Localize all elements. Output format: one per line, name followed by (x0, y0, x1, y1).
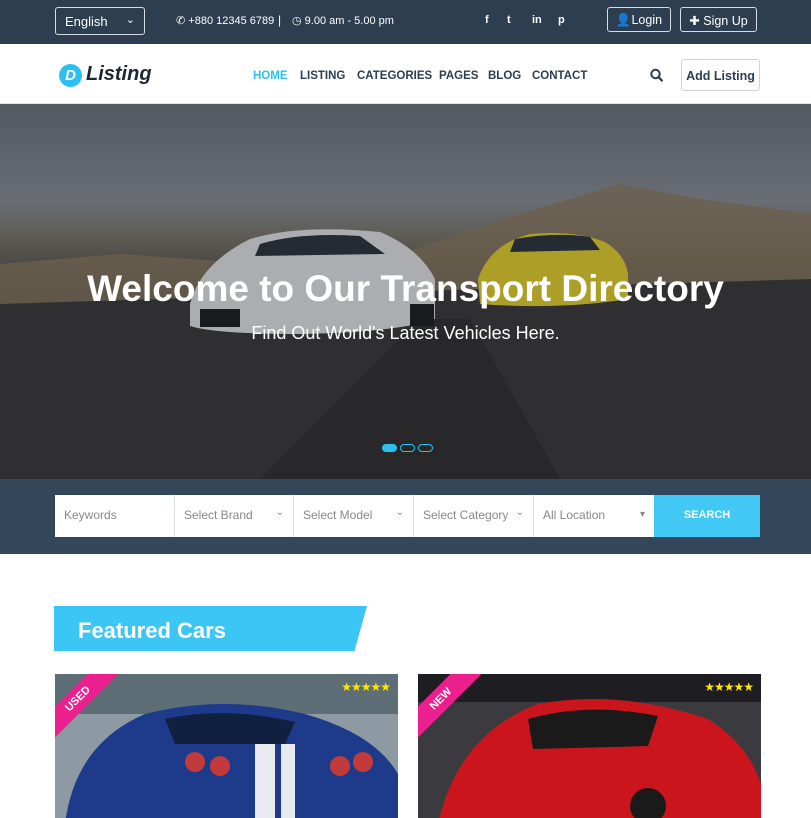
phone-icon: ✆ (176, 15, 189, 27)
language-value: English (65, 14, 108, 29)
hero-title: Welcome to Our Transport Directory (87, 268, 724, 309)
caret-down-icon: ▾ (639, 509, 645, 520)
chevron-down-icon: ⌄ (125, 14, 135, 26)
signup-button[interactable]: ✚ Sign Up (680, 7, 757, 32)
chevron-down-icon: ⌄ (395, 507, 404, 518)
pinterest-icon[interactable]: p (558, 14, 565, 26)
featured-title: Featured Cars (78, 618, 226, 643)
language-select[interactable]: English ⌄ (55, 7, 145, 35)
divider: | (278, 13, 282, 27)
rating-stars: ★★★★★ (341, 680, 391, 694)
slider-dot[interactable] (418, 444, 433, 452)
nav-home[interactable]: HOME (253, 70, 288, 82)
add-listing-button[interactable]: Add Listing (681, 59, 760, 91)
phone-info: ✆ +880 12345 6789 (176, 14, 274, 27)
signup-label: Sign Up (703, 14, 748, 28)
location-select[interactable]: All Location ▾ (534, 495, 654, 537)
category-select[interactable]: Select Category ⌄ (414, 495, 534, 537)
location-value: All Location (543, 508, 606, 522)
brand-value: Select Brand (184, 508, 253, 522)
car-photo (418, 674, 761, 818)
logo-icon[interactable]: D (59, 64, 82, 87)
car-card[interactable]: NEW ★★★★★ (418, 674, 761, 818)
model-value: Select Model (303, 508, 373, 522)
nav-contact[interactable]: CONTACT (532, 70, 587, 82)
search-icon[interactable] (650, 68, 664, 84)
linkedin-icon[interactable]: in (532, 14, 542, 26)
twitter-icon[interactable]: t (507, 14, 511, 26)
main-nav: D Listing HOME LISTING CATEGORIES PAGES … (0, 44, 811, 104)
car-card[interactable]: USED ★★★★★ (55, 674, 398, 818)
clock-icon: ◷ (292, 15, 305, 27)
hours-text: 9.00 am - 5.00 pm (304, 15, 394, 27)
hero-slider: Welcome to Our Transport Directory Find … (0, 104, 811, 479)
phone-number: +880 12345 6789 (188, 15, 275, 27)
brand-select[interactable]: Select Brand ⌄ (175, 495, 294, 537)
facebook-icon[interactable]: f (485, 14, 489, 26)
login-label: Login (631, 13, 663, 27)
category-value: Select Category (423, 508, 509, 522)
plus-icon: ✚ (689, 14, 704, 28)
search-bar: Keywords Select Brand ⌄ Select Model ⌄ S… (0, 479, 811, 554)
nav-listing[interactable]: LISTING (300, 70, 345, 82)
chevron-down-icon: ⌄ (515, 507, 524, 518)
search-button[interactable]: SEARCH (654, 495, 760, 537)
keywords-placeholder: Keywords (64, 508, 117, 522)
top-bar: English ⌄ ✆ +880 12345 6789 | ◷ 9.00 am … (0, 0, 811, 44)
chevron-down-icon: ⌄ (275, 507, 284, 518)
model-select[interactable]: Select Model ⌄ (294, 495, 414, 537)
slider-dot[interactable] (382, 444, 397, 452)
car-photo (55, 674, 398, 818)
hero-subtitle: Find Out World's Latest Vehicles Here. (251, 323, 560, 343)
hours-info: ◷ 9.00 am - 5.00 pm (292, 14, 394, 27)
rating-stars: ★★★★★ (704, 680, 754, 694)
slider-dot[interactable] (400, 444, 415, 452)
nav-pages[interactable]: PAGES (439, 70, 478, 82)
login-button[interactable]: 👤Login (607, 7, 671, 32)
nav-categories[interactable]: CATEGORIES (357, 70, 432, 82)
logo-text[interactable]: Listing (86, 63, 152, 86)
nav-blog[interactable]: BLOG (488, 70, 521, 82)
user-icon: 👤 (615, 13, 632, 27)
keywords-input[interactable]: Keywords (55, 495, 175, 537)
